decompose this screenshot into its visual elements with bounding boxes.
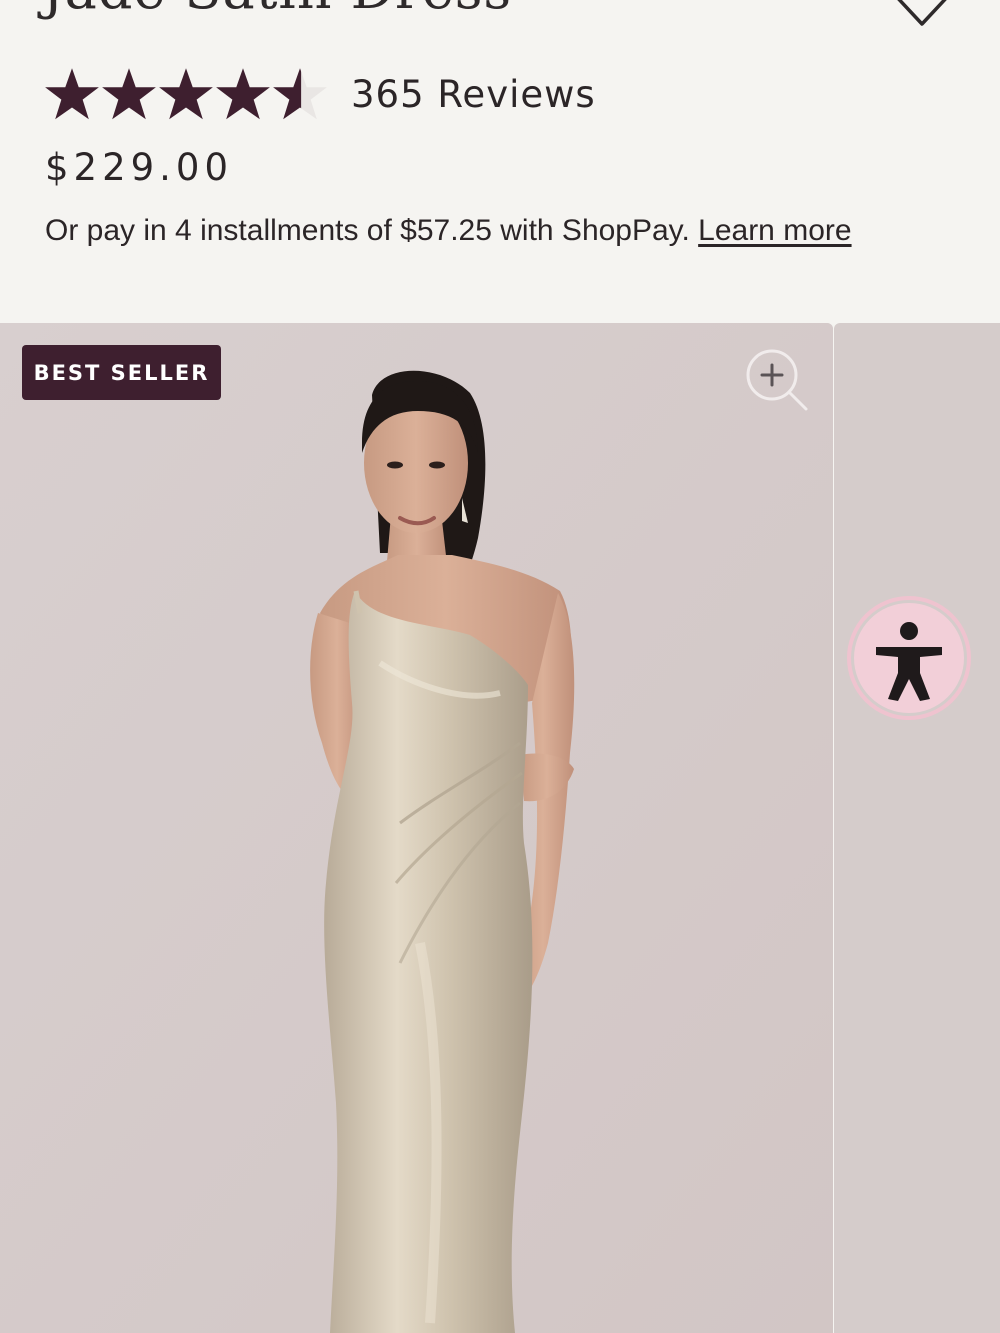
star-icon [159,68,213,120]
product-gallery[interactable]: BEST SELLER [0,323,1000,1333]
star-icon [102,68,156,120]
product-header: Jade Satin Dress 365 Reviews $229.00 Or … [0,0,1000,323]
next-product-image[interactable] [834,323,1000,1333]
star-rating [44,65,329,123]
product-price: $229.00 [45,146,234,189]
product-title: Jade Satin Dress [42,0,512,21]
zoom-in-icon[interactable] [744,347,808,411]
half-star-icon [273,68,327,120]
star-icon [45,68,99,120]
product-image[interactable]: BEST SELLER [0,323,833,1333]
learn-more-link[interactable]: Learn more [698,214,851,247]
product-rating[interactable]: 365 Reviews [44,64,596,124]
best-seller-badge: BEST SELLER [22,345,221,400]
star-icon [216,68,270,120]
installments-text: Or pay in 4 installments of $57.25 with … [45,214,852,248]
heart-outline-icon[interactable] [888,0,958,30]
installments-message: Or pay in 4 installments of $57.25 with … [45,214,699,247]
accessibility-icon[interactable] [846,595,972,721]
model-photo [0,323,833,1333]
reviews-link[interactable]: 365 Reviews [351,73,596,116]
